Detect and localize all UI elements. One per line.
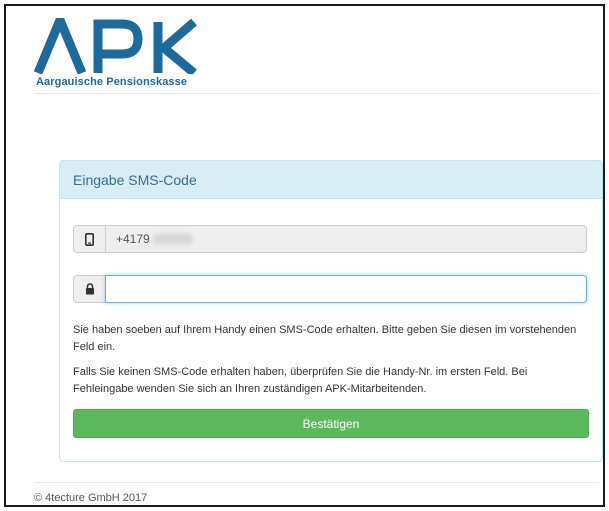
- apk-logo[interactable]: [34, 18, 200, 74]
- instruction-text-2: Falls Sie keinen SMS-Code erhalten haben…: [73, 366, 528, 395]
- code-input-group: [73, 275, 587, 303]
- apk-logo-mark: [34, 18, 197, 74]
- logo-tagline: Aargauische Pensionskasse: [36, 76, 188, 88]
- phone-number-redacted: [152, 234, 193, 244]
- browser-frame: Aargauische Pensionskasse Eingabe SMS-Co…: [4, 4, 605, 507]
- sms-code-input[interactable]: [105, 275, 587, 303]
- footer-copyright: © 4tecture GmbH 2017: [34, 492, 148, 504]
- footer-divider: [34, 482, 599, 483]
- header-divider: [34, 93, 599, 94]
- sms-code-panel: Eingabe SMS-Code +4179 Sie haben soeben …: [59, 160, 603, 462]
- phone-input-group: +4179: [73, 225, 587, 253]
- confirm-button[interactable]: Bestätigen: [73, 409, 589, 438]
- lock-icon: [73, 275, 105, 303]
- panel-title: Eingabe SMS-Code: [60, 161, 602, 199]
- phone-number-field: +4179: [105, 225, 587, 253]
- instruction-text-1: Sie haben soeben auf Ihrem Handy einen S…: [73, 324, 577, 353]
- page-header: Aargauische Pensionskasse: [6, 6, 603, 96]
- phone-number-value: +4179: [116, 232, 150, 246]
- mobile-phone-icon: [73, 225, 105, 253]
